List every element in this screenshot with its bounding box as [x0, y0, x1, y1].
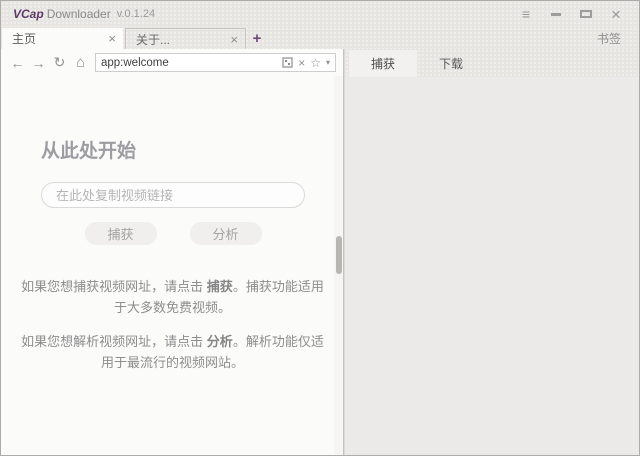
- forward-arrow-icon: →: [32, 55, 46, 71]
- analyze-help-pre: 如果您想解析视频网址，请点击: [21, 334, 207, 349]
- titlebar: VCap Downloader v.0.1.24 ≡ ×: [1, 1, 639, 27]
- side-panel: 捕获 下载: [344, 49, 639, 455]
- action-buttons: 捕获 分析: [41, 222, 305, 245]
- capture-button[interactable]: 捕获: [85, 222, 157, 245]
- clear-url-icon[interactable]: ×: [298, 57, 305, 69]
- page-title: 从此处开始: [41, 136, 323, 163]
- app-window: VCap Downloader v.0.1.24 ≡ × 主页 × 关于... …: [0, 0, 640, 456]
- back-arrow-icon: ←: [11, 55, 25, 71]
- minimize-icon: [551, 13, 561, 16]
- video-link-input[interactable]: [41, 182, 305, 208]
- window-controls: ≡ ×: [511, 3, 631, 25]
- bookmarks-button[interactable]: 书签: [597, 30, 621, 47]
- tab-about-label: 关于...: [136, 31, 170, 48]
- minimize-button[interactable]: [541, 3, 571, 25]
- page-snapshot-icon[interactable]: [282, 57, 293, 68]
- chevron-down-icon[interactable]: ▾: [326, 59, 330, 67]
- hamburger-icon: ≡: [522, 7, 530, 21]
- analyze-help-keyword: 分析: [207, 334, 233, 349]
- app-logo: VCap: [13, 7, 44, 21]
- navigation-toolbar: ← → ↻ ⌂ × ☆ ▾: [1, 49, 343, 76]
- maximize-icon: [580, 10, 592, 18]
- capture-help-text: 如果您想捕获视频网址，请点击 捕获。捕获功能适用于大多数免费视频。: [21, 276, 324, 318]
- app-version: v.0.1.24: [117, 8, 155, 20]
- tab-about-close-icon[interactable]: ×: [230, 33, 238, 46]
- bookmark-star-icon[interactable]: ☆: [310, 57, 321, 69]
- back-button[interactable]: ←: [7, 52, 28, 73]
- scrollbar[interactable]: [334, 76, 343, 455]
- analyze-button[interactable]: 分析: [190, 222, 262, 245]
- tab-capture[interactable]: 捕获: [349, 50, 417, 77]
- browser-panel: ← → ↻ ⌂ × ☆ ▾ 从此处开始 捕获: [1, 49, 344, 455]
- home-icon: ⌂: [76, 54, 85, 71]
- main-area: ← → ↻ ⌂ × ☆ ▾ 从此处开始 捕获: [1, 49, 639, 455]
- maximize-button[interactable]: [571, 3, 601, 25]
- capture-help-pre: 如果您想捕获视频网址，请点击: [21, 279, 207, 294]
- tab-home-close-icon[interactable]: ×: [108, 32, 116, 45]
- tab-home[interactable]: 主页 ×: [2, 28, 123, 49]
- analyze-help-text: 如果您想解析视频网址，请点击 分析。解析功能仅适用于最流行的视频网站。: [21, 331, 324, 373]
- address-bar: × ☆ ▾: [95, 53, 336, 72]
- new-tab-button[interactable]: +: [246, 28, 268, 49]
- tab-about[interactable]: 关于... ×: [125, 28, 246, 49]
- reload-button[interactable]: ↻: [49, 52, 70, 73]
- reload-icon: ↻: [54, 54, 66, 71]
- tab-strip: 主页 × 关于... × + 书签: [1, 27, 639, 49]
- home-button[interactable]: ⌂: [70, 52, 91, 73]
- side-panel-tabs: 捕获 下载: [345, 49, 639, 77]
- url-input[interactable]: [101, 57, 277, 69]
- scrollbar-thumb[interactable]: [336, 236, 342, 274]
- capture-help-keyword: 捕获: [207, 279, 233, 294]
- close-button[interactable]: ×: [601, 3, 631, 25]
- menu-button[interactable]: ≡: [511, 3, 541, 25]
- close-icon: ×: [611, 6, 621, 23]
- tab-home-label: 主页: [12, 30, 36, 47]
- welcome-page: 从此处开始 捕获 分析 如果您想捕获视频网址，请点击 捕获。捕获功能适用于大多数…: [1, 76, 343, 455]
- capture-list-area: [345, 77, 639, 455]
- app-name: Downloader: [47, 7, 111, 21]
- forward-button[interactable]: →: [28, 52, 49, 73]
- tab-download[interactable]: 下载: [417, 50, 485, 77]
